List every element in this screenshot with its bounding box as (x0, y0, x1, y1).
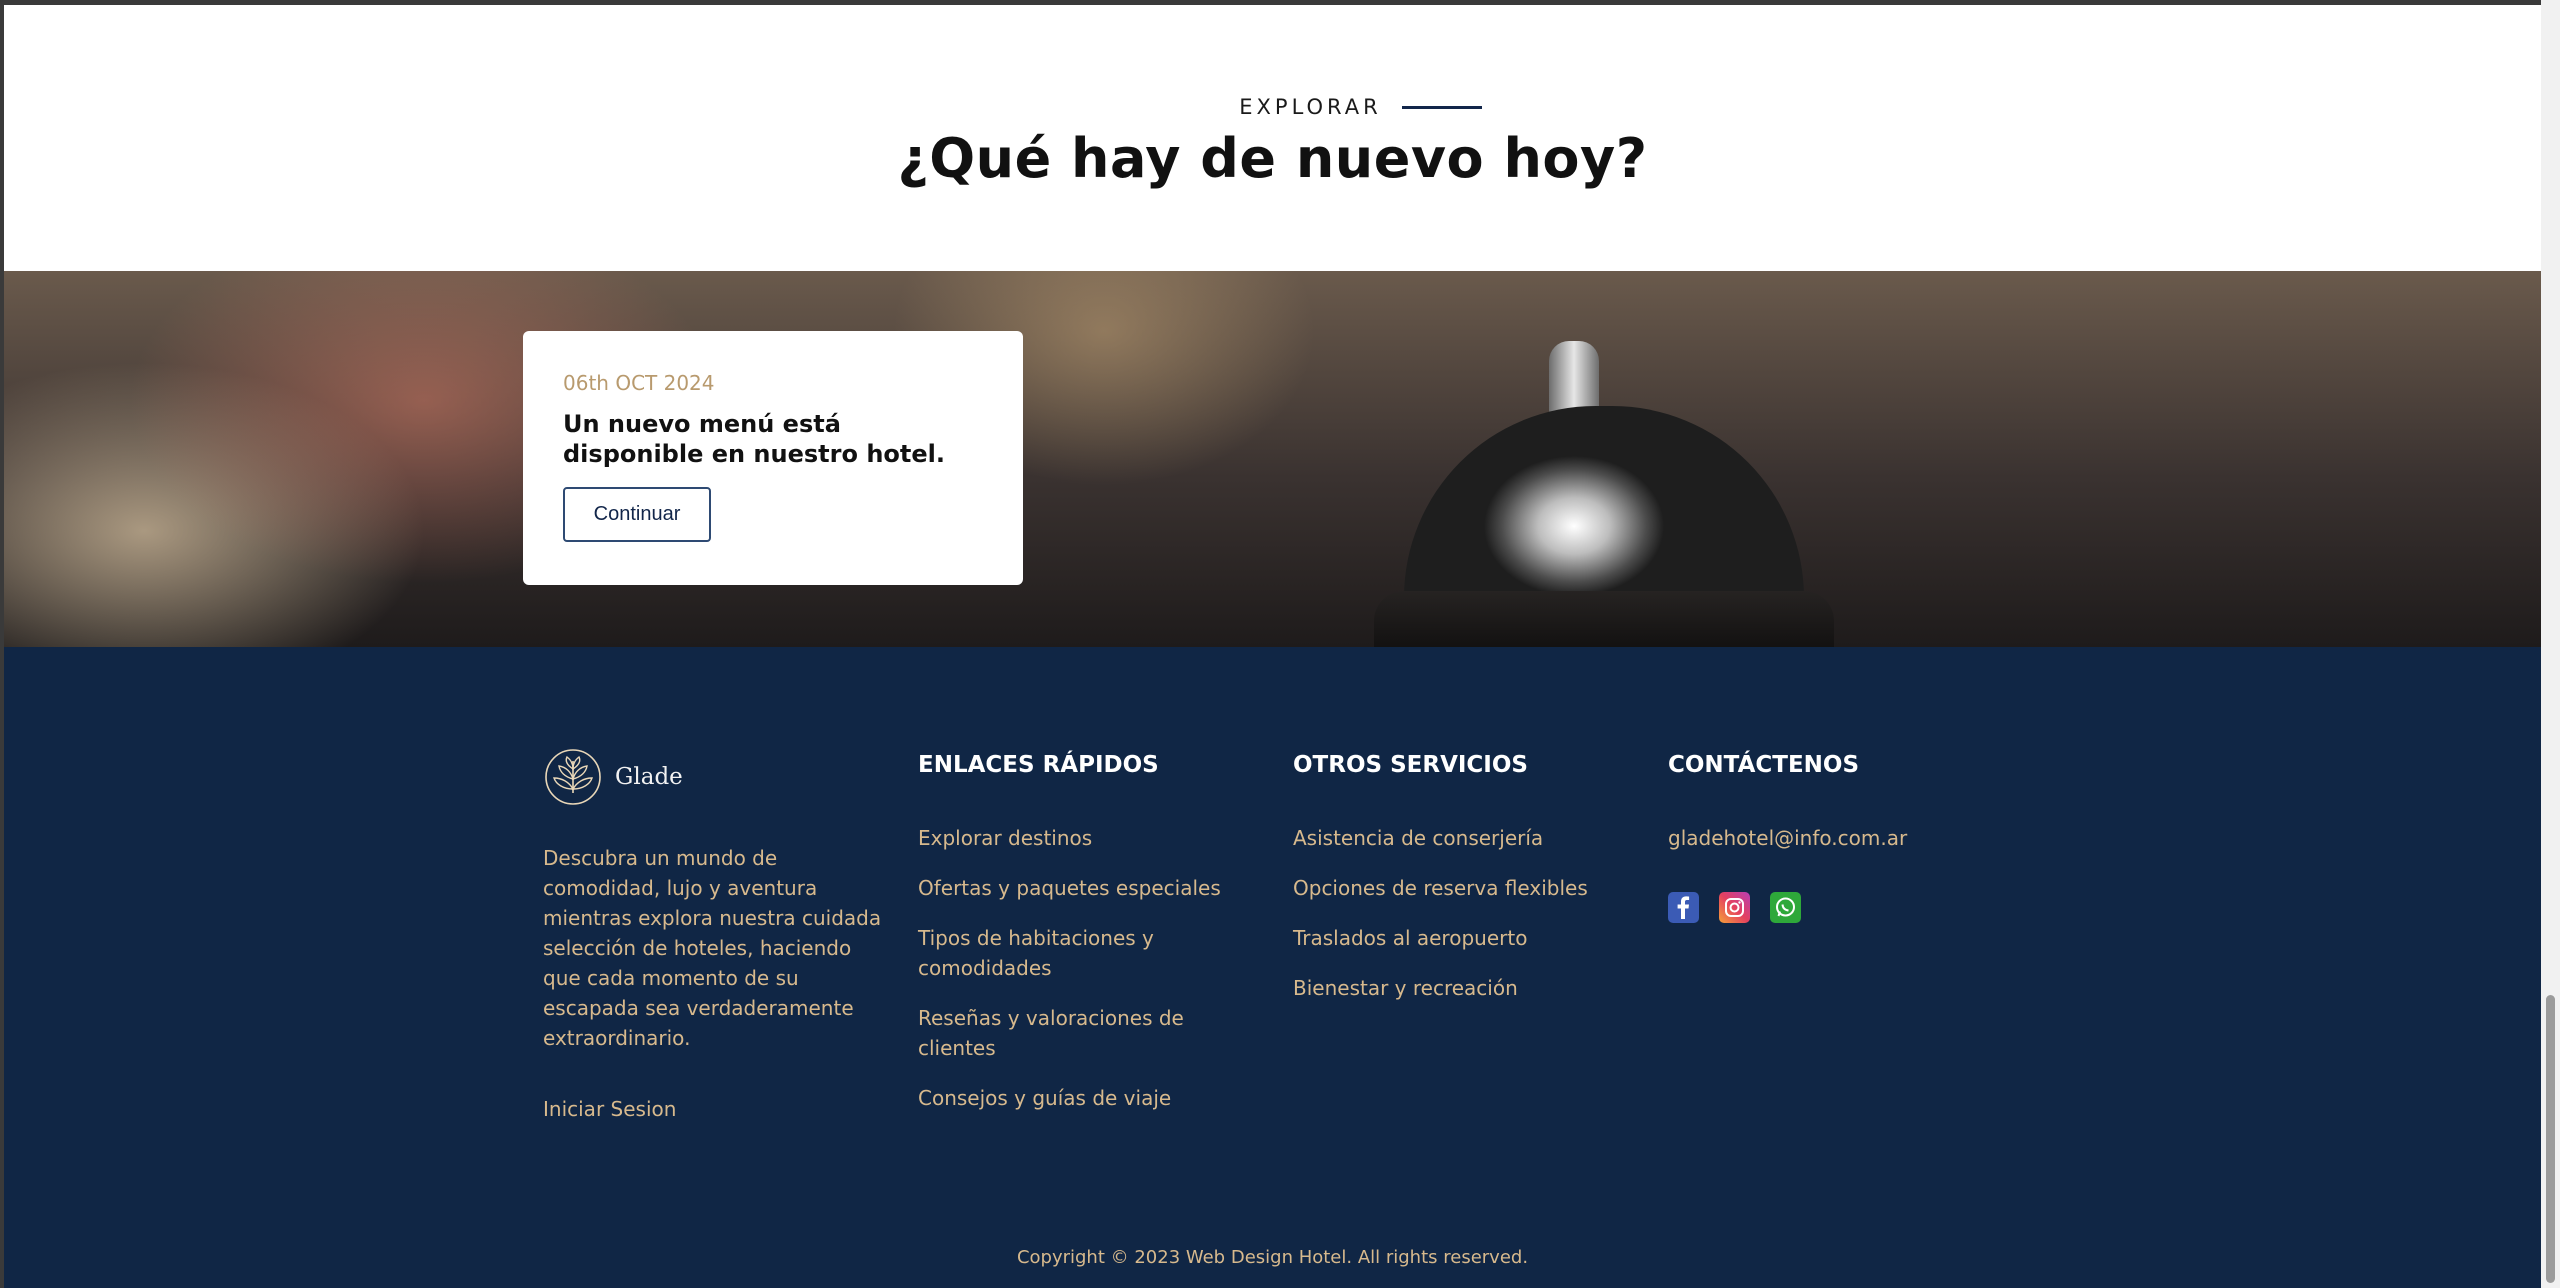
news-date: 06th OCT 2024 (563, 371, 715, 395)
brand-name: Glade (615, 764, 683, 790)
bell-base (1374, 591, 1834, 647)
quick-link-travel-tips[interactable]: Consejos y guías de viaje (918, 1083, 1248, 1113)
quick-link-reviews[interactable]: Reseñas y valoraciones de clientes (918, 1003, 1248, 1063)
section-headline: ¿Qué hay de nuevo hoy? (897, 127, 1648, 190)
login-link[interactable]: Iniciar Sesion (543, 1097, 676, 1121)
brand-description: Descubra un mundo de comodidad, lujo y a… (543, 846, 882, 1050)
facebook-icon[interactable] (1668, 892, 1699, 923)
news-title: Un nuevo menú está disponible en nuestro… (563, 410, 945, 468)
leaf-logo-icon (543, 747, 603, 807)
contact-heading: CONTÁCTENOS (1668, 752, 1860, 778)
services-heading: OTROS SERVICIOS (1293, 752, 1528, 778)
contact-email-link[interactable]: gladehotel@info.com.ar (1668, 823, 1907, 853)
service-link-airport-transfers[interactable]: Traslados al aeropuerto (1293, 923, 1623, 953)
bell-plunger (1549, 341, 1599, 416)
explore-section: EXPLORAR ¿Qué hay de nuevo hoy? (4, 5, 2541, 271)
services-list: Asistencia de conserjería Opciones de re… (1293, 823, 1623, 1023)
instagram-icon[interactable] (1719, 892, 1750, 923)
page: EXPLORAR ¿Qué hay de nuevo hoy? 06th OCT… (4, 5, 2541, 1288)
quick-link-explore-destinations[interactable]: Explorar destinos (918, 823, 1248, 853)
quick-link-special-offers[interactable]: Ofertas y paquetes especiales (918, 873, 1248, 903)
news-hero-image: 06th OCT 2024 Un nuevo menú está disponi… (4, 271, 2541, 647)
eyebrow-label: EXPLORAR (1239, 95, 1382, 119)
brand-logo-row[interactable]: Glade (543, 747, 683, 807)
quick-links-list: Explorar destinos Ofertas y paquetes esp… (918, 823, 1248, 1133)
site-footer: Glade Descubra un mundo de comodidad, lu… (4, 647, 2541, 1288)
section-eyebrow: EXPLORAR (4, 95, 2541, 119)
eyebrow-divider (1401, 105, 1482, 109)
news-card: 06th OCT 2024 Un nuevo menú está disponi… (523, 331, 1023, 585)
social-links (1668, 892, 1801, 923)
service-link-wellness[interactable]: Bienestar y recreación (1293, 973, 1623, 1003)
service-link-concierge[interactable]: Asistencia de conserjería (1293, 823, 1623, 853)
copyright-text: Copyright © 2023 Web Design Hotel. All r… (1016, 1247, 1529, 1268)
service-link-flexible-booking[interactable]: Opciones de reserva flexibles (1293, 873, 1623, 903)
scrollbar-thumb[interactable] (2546, 995, 2555, 1283)
quick-links-heading: ENLACES RÁPIDOS (918, 752, 1159, 778)
whatsapp-icon[interactable] (1770, 892, 1801, 923)
continue-button[interactable]: Continuar (563, 487, 711, 542)
quick-link-room-types[interactable]: Tipos de habitaciones y comodidades (918, 923, 1248, 983)
page-scrollbar[interactable] (2541, 0, 2560, 1288)
